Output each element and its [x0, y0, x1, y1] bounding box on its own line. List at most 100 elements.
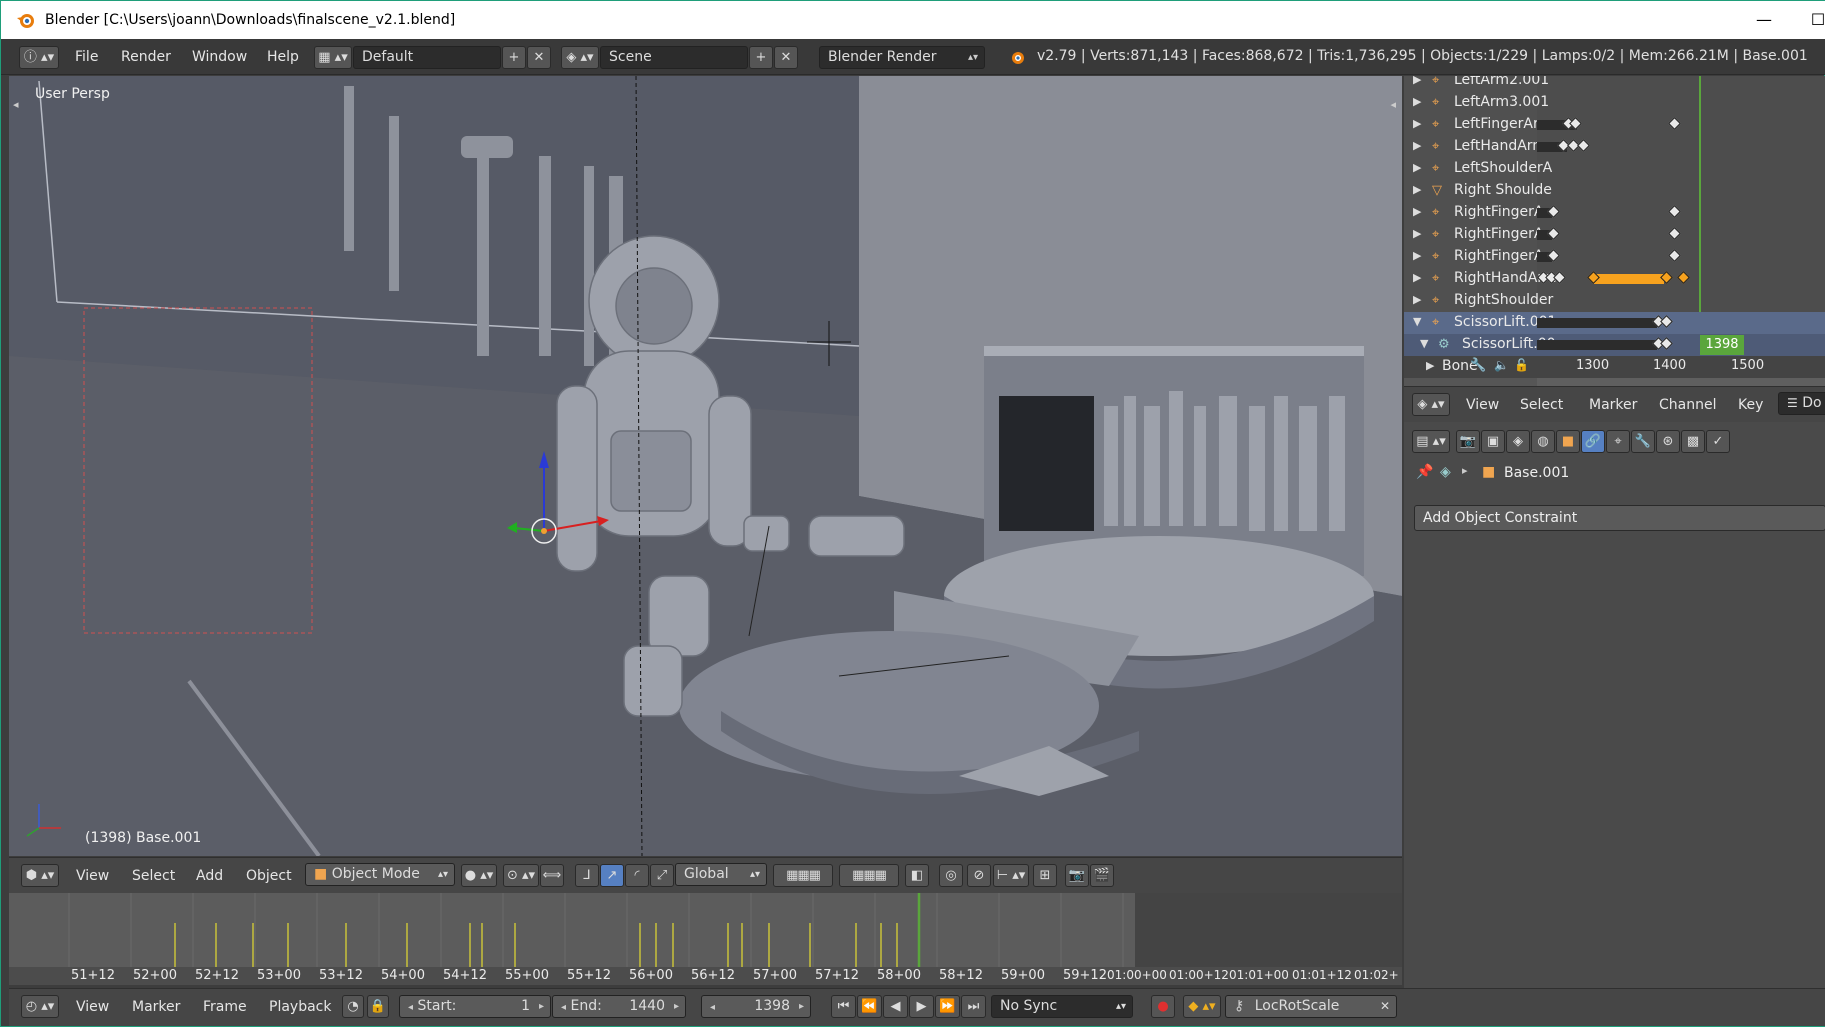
scene-browse-icon[interactable]: ◈ ▴▾ [561, 46, 599, 69]
render-engine-select[interactable]: Blender Render ▴▾ [819, 46, 985, 69]
expand-triangle-icon[interactable]: ▶ [1426, 359, 1436, 373]
keyframe-marker[interactable] [1668, 227, 1681, 240]
manipulator-toggle-icon[interactable]: ⟺ [540, 864, 564, 887]
render-animation-icon[interactable]: 🎬 [1090, 864, 1114, 887]
tool-shelf-toggle-icon[interactable]: ◂ [13, 98, 19, 111]
proportional-edit-icon[interactable]: ◎ [939, 864, 963, 887]
channel-row[interactable]: ▶ ⌖ RightFingerAr [1404, 224, 1825, 246]
layout-remove-icon[interactable]: ✕ [527, 46, 551, 69]
jump-keyframe-forward-icon[interactable]: ⏩ [935, 995, 960, 1018]
keying-set-button[interactable]: ◆ ▴▾ [1183, 995, 1221, 1018]
menu-select[interactable]: Select [1520, 397, 1563, 413]
transform-orientation-select[interactable]: Global ▴▾ [675, 863, 767, 886]
render-layers-tab-icon[interactable]: ▣ [1481, 430, 1505, 453]
channel-row[interactable]: ▶ ⌖ LeftFingerArm [1404, 114, 1825, 136]
scale-icon[interactable]: ⤢ [650, 864, 674, 887]
play-reverse-icon[interactable]: ◀ [883, 995, 908, 1018]
menu-frame[interactable]: Frame [203, 999, 247, 1015]
lock-time-cursor-icon[interactable]: 🔒 [367, 995, 389, 1018]
menu-window[interactable]: Window [192, 49, 247, 65]
menu-render[interactable]: Render [121, 49, 171, 65]
channel-row[interactable]: ▶ Bone 🔧 🔈 🔓 1300 1400 1500 [1404, 356, 1825, 378]
menu-view[interactable]: View [76, 868, 109, 884]
menu-file[interactable]: File [75, 49, 98, 65]
expand-triangle-icon[interactable]: ▶ [1413, 95, 1423, 109]
jump-start-icon[interactable]: ⏮ [831, 995, 856, 1018]
expand-triangle-icon[interactable]: ▶ [1413, 161, 1423, 175]
editor-type-3d-view-button[interactable]: ⬢ ▴▾ [21, 864, 59, 887]
use-preview-range-icon[interactable]: ◔ [342, 995, 364, 1018]
data-tab-icon[interactable]: ⊛ [1656, 430, 1680, 453]
maximize-button[interactable]: ☐ [1803, 7, 1825, 33]
jump-keyframe-back-icon[interactable]: ⏪ [857, 995, 882, 1018]
world-tab-icon[interactable]: ◍ [1531, 430, 1555, 453]
start-frame-field[interactable]: ◂ Start: 1 ▸ [399, 995, 551, 1018]
object-mode-select[interactable]: ■ Object Mode ▴▾ [305, 863, 455, 886]
menu-object[interactable]: Object [246, 868, 292, 884]
keyframe-marker[interactable] [1668, 205, 1681, 218]
pin-icon[interactable]: 📌 [1416, 464, 1433, 480]
expand-triangle-icon[interactable]: ▶ [1413, 205, 1423, 219]
layout-name-field[interactable]: Default [353, 46, 501, 69]
channel-row[interactable]: ▼ ⚙ ScissorLift.00 1398 [1404, 334, 1825, 356]
armature-tab-icon[interactable]: ⌖ [1606, 430, 1630, 453]
collapse-triangle-icon[interactable]: ▼ [1413, 315, 1423, 329]
scene-add-icon[interactable]: + [749, 46, 773, 69]
editor-type-dopesheet-button[interactable]: ◈ ▴▾ [1412, 393, 1450, 416]
shading-mode-button[interactable]: ● ▴▾ [461, 864, 497, 887]
channel-row[interactable]: ▶ ⌖ RightFingerAr [1404, 202, 1825, 224]
menu-marker[interactable]: Marker [132, 999, 180, 1015]
channel-row[interactable]: ▶ ⌖ LeftArm2.001 [1404, 76, 1825, 92]
channel-row[interactable]: ▶ ⌖ RightShoulder [1404, 290, 1825, 312]
channel-row-selected[interactable]: ▼ ⌖ ScissorLift.001 [1404, 312, 1825, 334]
menu-select[interactable]: Select [132, 868, 175, 884]
keyframe-marker[interactable] [1668, 117, 1681, 130]
dopesheet-channels[interactable]: ▶ ⌖ LeftArm2.001 ▶ ⌖ LeftArm3.001 ▶ ⌖ Le… [1404, 76, 1825, 386]
menu-view[interactable]: View [1466, 397, 1499, 413]
dopesheet-mode-select[interactable]: ☰ Do [1778, 392, 1825, 415]
rotate-icon[interactable]: ◜ [625, 864, 649, 887]
editor-type-info-button[interactable]: ⓘ ▴▾ [19, 46, 59, 69]
timeline-editor[interactable]: 51+12 52+00 52+12 53+00 53+12 54+00 54+1… [9, 893, 1402, 985]
lock-layers-icon[interactable]: ◧ [905, 864, 929, 887]
menu-playback[interactable]: Playback [269, 999, 331, 1015]
layout-add-icon[interactable]: + [502, 46, 526, 69]
keyframe-marker[interactable] [1660, 337, 1673, 350]
physics-tab-icon[interactable]: ✓ [1706, 430, 1730, 453]
menu-channel[interactable]: Channel [1659, 397, 1716, 413]
expand-triangle-icon[interactable]: ▶ [1413, 139, 1423, 153]
sync-mode-select[interactable]: No Sync ▴▾ [991, 995, 1133, 1018]
menu-key[interactable]: Key [1738, 397, 1763, 413]
menu-help[interactable]: Help [267, 49, 299, 65]
expand-triangle-icon[interactable]: ▶ [1413, 293, 1423, 307]
channel-row[interactable]: ▶ ⌖ RightFingerAr [1404, 246, 1825, 268]
layer-buttons-b[interactable]: ▦▦▦ [839, 864, 899, 887]
modifiers-tab-icon[interactable]: 🔧 [1631, 430, 1655, 453]
properties-toggle-icon[interactable]: ◂ [1390, 98, 1396, 111]
current-frame-field[interactable]: ◂ 1398 ▸ [701, 995, 811, 1018]
editor-type-properties-button[interactable]: ▤ ▴▾ [1412, 430, 1450, 453]
keyframe-marker[interactable] [1668, 249, 1681, 262]
add-object-constraint-button[interactable]: Add Object Constraint [1414, 505, 1825, 531]
3d-viewport[interactable]: User Persp (1398) Base.001 ◂ ◂ [9, 76, 1402, 856]
menu-add[interactable]: Add [196, 868, 223, 884]
scene-remove-icon[interactable]: ✕ [774, 46, 798, 69]
play-icon[interactable]: ▶ [909, 995, 934, 1018]
snap-target-icon[interactable]: ⊞ [1033, 864, 1057, 887]
pivot-point-button[interactable]: ⊙ ▴▾ [503, 864, 539, 887]
record-icon[interactable]: ● [1151, 995, 1175, 1018]
snap-toggle-icon[interactable]: ⊘ [967, 864, 991, 887]
layout-browse-icon[interactable]: ▦ ▴▾ [314, 46, 352, 69]
snap-element-button[interactable]: ⊢ ▴▾ [993, 864, 1029, 887]
manipulator-icon[interactable]: ⅃ [575, 864, 599, 887]
menu-marker[interactable]: Marker [1589, 397, 1637, 413]
channel-row[interactable]: ▶ ⌖ LeftShoulderA [1404, 158, 1825, 180]
collapse-triangle-icon[interactable]: ▼ [1420, 337, 1430, 351]
expand-triangle-icon[interactable]: ▶ [1413, 117, 1423, 131]
layer-buttons-a[interactable]: ▦▦▦ [773, 864, 833, 887]
scene-name-field[interactable]: Scene [600, 46, 748, 69]
channel-row[interactable]: ▶ ⌖ RightHandArm [1404, 268, 1825, 290]
channel-row[interactable]: ▶ ⌖ LeftHandArm. [1404, 136, 1825, 158]
speaker-icon[interactable]: 🔈 [1494, 358, 1509, 372]
constraints-tab-icon[interactable]: 🔗 [1581, 430, 1605, 453]
